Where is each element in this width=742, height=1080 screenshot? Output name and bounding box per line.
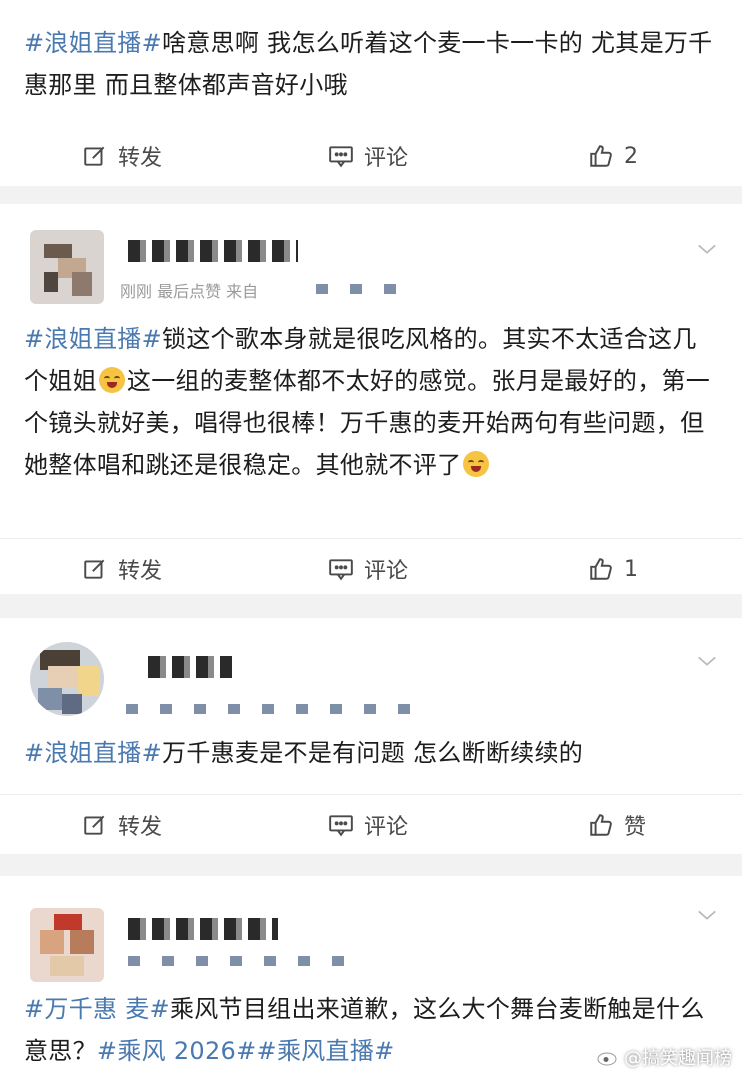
post-separator <box>0 854 742 876</box>
meta-pixelated <box>126 704 426 714</box>
comment-label: 评论 <box>364 146 409 171</box>
avatar[interactable] <box>30 230 104 304</box>
comment-label: 评论 <box>364 559 409 584</box>
weibo-logo-icon <box>597 1048 619 1066</box>
post-separator <box>0 594 742 618</box>
comment-icon <box>329 815 353 837</box>
post-1-action-bar: 转发 评论 2 <box>0 126 742 186</box>
post-2-action-bar: 转发 评论 1 <box>0 538 742 598</box>
comment-button[interactable]: 评论 <box>328 539 408 599</box>
post-2-text: #浪姐直播#锁这个歌本身就是很吃风格的。其实不太适合这几个姐姐 这一组的麦整体都不… <box>24 318 718 486</box>
comment-button[interactable]: 评论 <box>328 126 408 186</box>
meta-pixelated <box>316 284 396 294</box>
comment-button[interactable]: 评论 <box>328 795 408 855</box>
laugh-cry-emoji <box>98 367 125 393</box>
hashtag-link[interactable]: #浪姐直播# <box>24 29 162 57</box>
chevron-down-icon[interactable] <box>696 650 718 672</box>
hashtag-link[interactable]: #浪姐直播# <box>24 739 162 767</box>
watermark-text: @搞笑趣闻榜 <box>624 1048 732 1069</box>
share-label: 转发 <box>118 815 163 840</box>
post-text-segment: 万千惠麦是不是有问题 怎么断断续续的 <box>162 739 584 767</box>
avatar[interactable] <box>30 908 104 982</box>
like-button[interactable]: 赞 <box>588 795 646 855</box>
avatar[interactable] <box>30 642 104 716</box>
post-3-action-bar: 转发 评论 赞 <box>0 794 742 854</box>
chevron-down-icon[interactable] <box>696 238 718 260</box>
like-button[interactable]: 2 <box>588 126 638 186</box>
post-2: 刚刚 最后点赞 来自 #浪姐直播#锁这个歌本身就是很吃风格的。其实不太适合这几个… <box>0 204 742 594</box>
like-button[interactable]: 1 <box>588 539 638 599</box>
post-text-segment: 这一组的麦整体都不太好的感觉。张月是最好的，第一个镜头就好美，唱得也很棒！万千惠… <box>24 367 711 479</box>
watermark: @搞笑趣闻榜 <box>596 1044 732 1070</box>
share-edit-icon <box>84 559 105 579</box>
share-button[interactable]: 转发 <box>82 126 162 186</box>
share-label: 转发 <box>118 559 163 584</box>
post-3-text: #浪姐直播#万千惠麦是不是有问题 怎么断断续续的 <box>24 732 718 774</box>
hashtag-link[interactable]: #浪姐直播# <box>24 325 162 353</box>
post-separator <box>0 186 742 204</box>
hashtag-link[interactable]: #乘风 2026##乘风直播# <box>97 1037 395 1065</box>
username-pixelated[interactable] <box>148 656 232 678</box>
share-edit-icon <box>84 815 105 835</box>
meta-pixelated <box>128 956 358 966</box>
like-count: 1 <box>624 556 638 582</box>
comment-label: 评论 <box>364 815 409 840</box>
hashtag-link[interactable]: #万千惠 麦# <box>24 995 170 1023</box>
username-pixelated[interactable] <box>128 918 278 940</box>
laugh-cry-emoji <box>463 451 490 477</box>
share-button[interactable]: 转发 <box>82 795 162 855</box>
share-edit-icon <box>84 146 105 166</box>
chevron-down-icon[interactable] <box>696 904 718 926</box>
thumbs-up-icon <box>590 814 612 836</box>
like-count: 2 <box>624 143 638 169</box>
post-1-text: #浪姐直播#啥意思啊 我怎么听着这个麦一卡一卡的 尤其是万千惠那里 而且整体都声… <box>24 22 718 106</box>
thumbs-up-icon <box>590 145 612 167</box>
thumbs-up-icon <box>590 558 612 580</box>
like-label: 赞 <box>624 815 647 840</box>
post-meta: 刚刚 最后点赞 来自 <box>120 282 259 301</box>
share-label: 转发 <box>118 146 163 171</box>
post-1: #浪姐直播#啥意思啊 我怎么听着这个麦一卡一卡的 尤其是万千惠那里 而且整体都声… <box>0 0 742 186</box>
comment-icon <box>329 559 353 581</box>
comment-icon <box>329 146 353 168</box>
share-button[interactable]: 转发 <box>82 539 162 599</box>
post-3: #浪姐直播#万千惠麦是不是有问题 怎么断断续续的 转发 评论 赞 <box>0 618 742 854</box>
username-pixelated[interactable] <box>128 240 298 262</box>
